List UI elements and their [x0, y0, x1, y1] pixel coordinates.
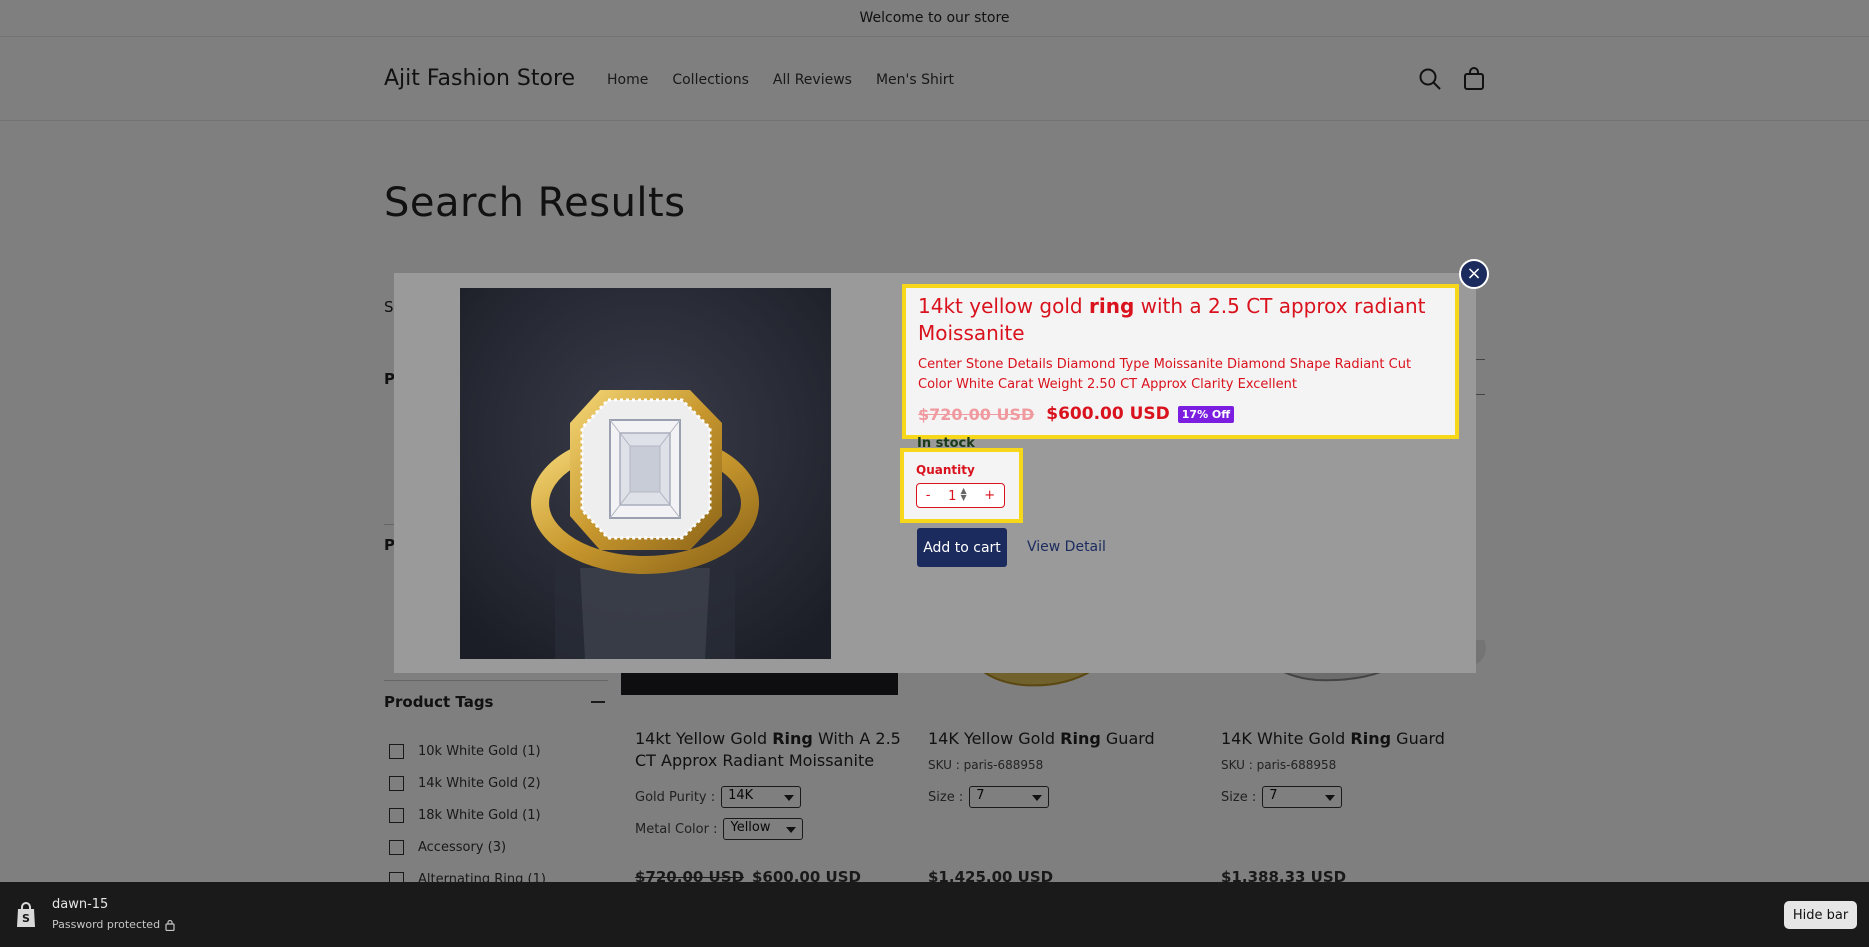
svg-text:S: S [22, 912, 30, 925]
quantity-minus-button[interactable]: - [926, 488, 931, 503]
quantity-input[interactable]: 1 ▲ ▼ [948, 487, 967, 505]
sale-price: $600.00 USD [1046, 404, 1170, 424]
quantity-highlight: Quantity - 1 ▲ ▼ + [900, 448, 1023, 523]
view-detail-link[interactable]: View Detail [1027, 539, 1106, 555]
modal-product-title: 14kt yellow gold ring with a 2.5 CT appr… [918, 294, 1426, 345]
shopify-bag-icon: S [17, 902, 35, 927]
quantity-label: Quantity [916, 463, 975, 477]
add-to-cart-button[interactable]: Add to cart [917, 528, 1007, 567]
close-modal-button[interactable]: × [1459, 259, 1489, 289]
hide-bar-button[interactable]: Hide bar [1784, 901, 1857, 929]
compare-at-price: $720.00 USD [918, 404, 1035, 424]
password-status: Password protected [52, 918, 175, 931]
spinner-icon[interactable]: ▲ ▼ [961, 487, 967, 502]
close-icon: × [1466, 263, 1482, 284]
lock-icon [165, 919, 175, 931]
quantity-plus-button[interactable]: + [984, 488, 995, 503]
preview-store-name: dawn-15 [52, 897, 109, 912]
quantity-stepper: - 1 ▲ ▼ + [916, 483, 1005, 508]
preview-bar [0, 882, 1869, 947]
password-status-text: Password protected [52, 918, 161, 931]
modal-product-description: Center Stone Details Diamond Type Moissa… [918, 357, 1412, 392]
product-info-highlight: 14kt yellow gold ring with a 2.5 CT appr… [902, 284, 1459, 439]
ring-image [460, 288, 831, 659]
product-image [460, 288, 831, 659]
price-row: $720.00 USD $600.00 USD 17% Off [918, 404, 1443, 424]
discount-badge: 17% Off [1177, 405, 1235, 423]
